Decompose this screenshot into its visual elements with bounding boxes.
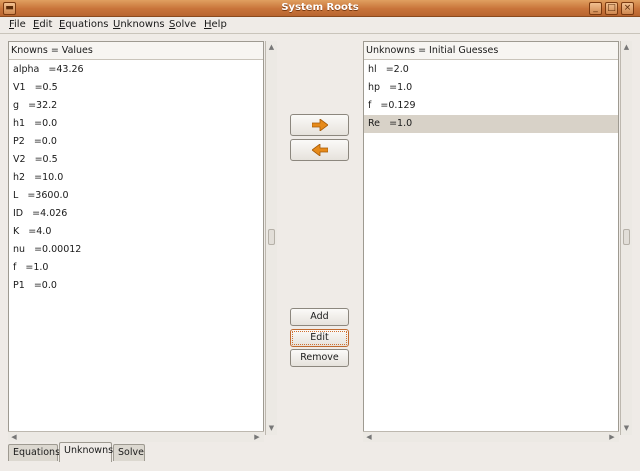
scroll-left-icon[interactable]: ◀ [9, 432, 19, 442]
tab-unknowns[interactable]: Unknowns [59, 442, 113, 462]
knowns-list-item[interactable]: L =3600.0 [9, 187, 263, 205]
knowns-list[interactable]: Knowns = Values alpha =43.26 V1 =0.5 g =32… [8, 41, 264, 435]
tab-solve[interactable]: Solve [113, 444, 145, 461]
knowns-list-item[interactable]: V2 =0.5 [9, 151, 263, 169]
knowns-list-item[interactable]: K =4.0 [9, 223, 263, 241]
add-button[interactable]: Add [290, 308, 349, 326]
scroll-right-icon[interactable]: ▶ [252, 432, 262, 442]
menu-solve[interactable]: Solve [169, 19, 196, 30]
unknowns-horizontal-scrollbar[interactable]: ◀ ▶ [363, 431, 619, 442]
knowns-list-item[interactable]: h2 =10.0 [9, 169, 263, 187]
knowns-horizontal-scrollbar[interactable]: ◀ ▶ [8, 431, 264, 442]
knowns-list-item[interactable]: f =1.0 [9, 259, 263, 277]
scroll-down-icon[interactable]: ▼ [267, 423, 276, 433]
unknowns-list-item[interactable]: hp =1.0 [364, 79, 618, 97]
minimize-icon[interactable]: _ [589, 2, 602, 15]
unknowns-list-item[interactable]: f =0.129 [364, 97, 618, 115]
move-left-button[interactable] [290, 139, 349, 161]
menu-unknowns[interactable]: Unknowns [113, 19, 165, 30]
knowns-list-item[interactable]: P1 =0.0 [9, 277, 263, 295]
knowns-list-item[interactable]: P2 =0.0 [9, 133, 263, 151]
knowns-list-item[interactable]: alpha =43.26 [9, 61, 263, 79]
unknowns-vertical-scrollbar[interactable]: ▲ ▼ [620, 41, 632, 435]
scroll-down-icon[interactable]: ▼ [622, 423, 631, 433]
knowns-list-item[interactable]: nu =0.00012 [9, 241, 263, 259]
knowns-header[interactable]: Knowns = Values [9, 42, 263, 60]
arrow-left-icon [311, 144, 328, 156]
edit-button[interactable]: Edit [290, 329, 349, 347]
window-title: System Roots [281, 2, 359, 13]
move-right-button[interactable] [290, 114, 349, 136]
client-area: Knowns = Values alpha =43.26 V1 =0.5 g =32… [0, 34, 640, 471]
tab-equations[interactable]: Equations [8, 444, 60, 461]
scroll-up-icon[interactable]: ▲ [622, 42, 631, 52]
knowns-list-item[interactable]: g =32.2 [9, 97, 263, 115]
knowns-vertical-scrollbar[interactable]: ▲ ▼ [265, 41, 277, 435]
knowns-list-item[interactable]: ID =4.026 [9, 205, 263, 223]
scroll-up-icon[interactable]: ▲ [267, 42, 276, 52]
menu-help[interactable]: Help [204, 19, 227, 30]
unknowns-header[interactable]: Unknowns = Initial Guesses [364, 42, 618, 60]
title-bar: ▬ System Roots _ □ × [0, 0, 640, 17]
menu-equations[interactable]: Equations [59, 19, 109, 30]
unknowns-list[interactable]: Unknowns = Initial Guesses hl =2.0 hp =1.… [363, 41, 619, 435]
menu-edit[interactable]: Edit [33, 19, 52, 30]
scroll-thumb[interactable] [623, 229, 630, 245]
remove-button[interactable]: Remove [290, 349, 349, 367]
close-icon[interactable]: × [621, 2, 634, 15]
knowns-list-item[interactable]: h1 =0.0 [9, 115, 263, 133]
unknowns-list-item[interactable]: hl =2.0 [364, 61, 618, 79]
unknowns-list-item[interactable]: Re =1.0 [364, 115, 618, 133]
scroll-thumb[interactable] [268, 229, 275, 245]
arrow-right-icon [311, 119, 328, 131]
scroll-right-icon[interactable]: ▶ [607, 432, 617, 442]
scroll-left-icon[interactable]: ◀ [364, 432, 374, 442]
menu-file[interactable]: File [9, 19, 26, 30]
knowns-list-item[interactable]: V1 =0.5 [9, 79, 263, 97]
menu-bar: File Edit Equations Unknowns Solve Help [0, 17, 640, 34]
maximize-icon[interactable]: □ [605, 2, 618, 15]
